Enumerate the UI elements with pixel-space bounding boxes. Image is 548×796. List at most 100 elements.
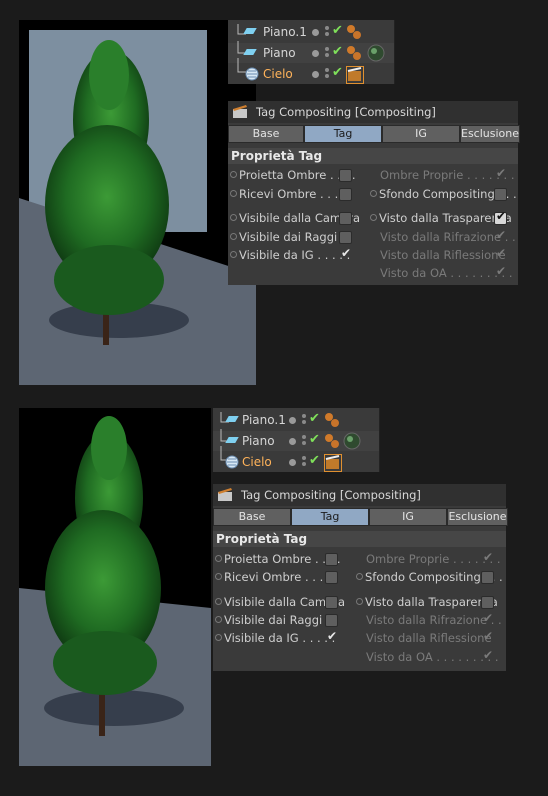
checkbox-visibile-raggi[interactable]	[339, 231, 352, 244]
render-dots[interactable]	[325, 26, 329, 38]
prop-visibile-raggi: Visibile dai Raggi . .	[230, 230, 352, 246]
tab-base[interactable]: Base	[213, 508, 291, 526]
checkbox-visibile-ig[interactable]: ✔	[325, 629, 338, 645]
prop-visto-trasparenza: Visto dalla Trasparenza	[356, 595, 498, 611]
prop-visto-oa: Visto da OA . . . . . . . . .	[380, 266, 513, 280]
sphere-material-tag-icon[interactable]	[342, 431, 362, 451]
panel-title-bar: Tag Compositing [Compositing]	[228, 101, 518, 123]
check-icon: ✔	[496, 264, 507, 278]
visibility-dot[interactable]	[289, 417, 296, 424]
tab-esclusione[interactable]: Esclusione	[460, 125, 520, 143]
enabled-check-icon[interactable]: ✔	[309, 411, 320, 426]
render-dots[interactable]	[302, 414, 306, 426]
prop-visibile-raggi: Visibile dai Raggi . .	[215, 613, 337, 629]
render-dots[interactable]	[302, 456, 306, 468]
object-row-piano[interactable]: Piano ✔	[213, 429, 379, 451]
checkbox-ricevi-ombre[interactable]	[325, 571, 338, 584]
checkbox-visto-trasparenza[interactable]: ✔	[494, 209, 507, 225]
material-tag-icon[interactable]	[346, 45, 362, 61]
object-row-piano[interactable]: Piano ✔	[228, 41, 394, 63]
checkbox-ricevi-ombre[interactable]	[339, 188, 352, 201]
checkbox-sfondo-compositing[interactable]	[481, 571, 494, 584]
object-row-piano1[interactable]: Piano.1 ✔	[228, 22, 394, 42]
object-row-cielo[interactable]: Cielo ✔	[228, 58, 394, 84]
sphere-material-tag-icon[interactable]	[366, 43, 386, 63]
render-dots[interactable]	[325, 68, 329, 80]
material-tag-icon[interactable]	[346, 24, 362, 40]
prop-ricevi-ombre: Ricevi Ombre . . . . .	[215, 570, 338, 586]
checkbox-visto-riflessione: ✔	[481, 629, 494, 645]
tab-ig[interactable]: IG	[369, 508, 447, 526]
object-row-cielo[interactable]: Cielo ✔	[213, 446, 379, 472]
checkbox-visto-rifrazione: ✔	[481, 611, 494, 627]
check-icon: ✔	[496, 246, 507, 260]
visibility-dot[interactable]	[289, 459, 296, 466]
object-row-piano1[interactable]: Piano.1 ✔	[213, 410, 379, 430]
prop-proietta-ombre: Proietta Ombre . . . .	[215, 552, 341, 568]
checkbox-visibile-camera[interactable]	[325, 596, 338, 609]
checkbox-visibile-camera[interactable]	[339, 212, 352, 225]
visibility-dot[interactable]	[312, 50, 319, 57]
prop-visibile-ig: Visibile da IG . . . . .	[230, 248, 350, 264]
tab-bar: Base Tag IG Esclusione	[213, 508, 508, 526]
enabled-check-icon[interactable]: ✔	[309, 453, 320, 468]
render-dots[interactable]	[325, 47, 329, 59]
object-name: Piano	[242, 434, 275, 448]
tab-tag[interactable]: Tag	[304, 125, 382, 143]
panel-title: Tag Compositing [Compositing]	[241, 488, 421, 502]
tab-esclusione[interactable]: Esclusione	[447, 508, 508, 526]
check-icon: ✔	[327, 629, 338, 643]
enabled-check-icon[interactable]: ✔	[332, 23, 343, 38]
checkbox-visto-oa: ✔	[494, 264, 507, 280]
material-tag-icon[interactable]	[324, 433, 340, 449]
plane-icon	[225, 416, 239, 422]
checkbox-visto-rifrazione: ✔	[494, 228, 507, 244]
plane-icon	[243, 28, 257, 34]
compositing-tag-icon[interactable]	[346, 66, 364, 84]
check-icon: ✔	[496, 209, 507, 223]
panel-title-bar: Tag Compositing [Compositing]	[213, 484, 506, 506]
attribute-panel-1: Tag Compositing [Compositing] Base Tag I…	[228, 101, 520, 285]
check-icon: ✔	[483, 648, 494, 662]
enabled-check-icon[interactable]: ✔	[309, 432, 320, 447]
object-name: Piano	[263, 46, 296, 60]
checkbox-sfondo-compositing[interactable]	[494, 188, 507, 201]
check-icon: ✔	[483, 550, 494, 564]
object-manager-2: Piano.1 ✔ Piano ✔ Cielo ✔	[213, 408, 380, 472]
visibility-dot[interactable]	[289, 438, 296, 445]
tree-render-image-2	[19, 408, 211, 766]
prop-ricevi-ombre: Ricevi Ombre . . . . .	[230, 187, 353, 203]
enabled-check-icon[interactable]: ✔	[332, 44, 343, 59]
checkbox-ombre-proprie: ✔	[494, 166, 507, 182]
checkbox-proietta-ombre[interactable]	[325, 553, 338, 566]
tab-base[interactable]: Base	[228, 125, 304, 143]
checkbox-visibile-raggi[interactable]	[325, 614, 338, 627]
sky-icon	[225, 455, 239, 469]
compositing-clapper-icon	[233, 105, 247, 118]
enabled-check-icon[interactable]: ✔	[332, 65, 343, 80]
sky-icon	[245, 67, 259, 81]
tab-tag[interactable]: Tag	[291, 508, 369, 526]
checkbox-visibile-ig[interactable]: ✔	[339, 246, 352, 262]
object-manager-1: Piano.1 ✔ Piano ✔ Cielo ✔	[228, 20, 395, 84]
panel-title: Tag Compositing [Compositing]	[256, 105, 436, 119]
checkbox-ombre-proprie: ✔	[481, 550, 494, 566]
render-dots[interactable]	[302, 435, 306, 447]
checkbox-visto-trasparenza[interactable]	[481, 596, 494, 609]
checkbox-proietta-ombre[interactable]	[339, 169, 352, 182]
tab-ig[interactable]: IG	[382, 125, 460, 143]
check-icon: ✔	[496, 228, 507, 242]
object-name: Piano.1	[263, 25, 307, 39]
material-tag-icon[interactable]	[324, 412, 340, 428]
visibility-dot[interactable]	[312, 71, 319, 78]
render-preview-1	[19, 20, 256, 385]
check-icon: ✔	[483, 629, 494, 643]
section-header: Proprietà Tag	[213, 531, 506, 547]
check-icon: ✔	[496, 166, 507, 180]
visibility-dot[interactable]	[312, 29, 319, 36]
object-name: Piano.1	[242, 413, 286, 427]
plane-icon	[243, 49, 257, 55]
plane-icon	[225, 437, 239, 443]
checkbox-visto-riflessione: ✔	[494, 246, 507, 262]
compositing-tag-icon[interactable]	[324, 454, 342, 472]
